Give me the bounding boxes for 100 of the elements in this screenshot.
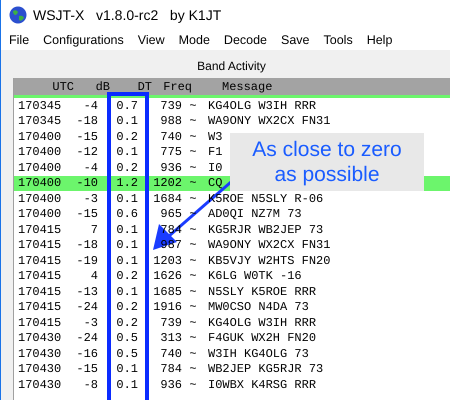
table-cell-text: 170400 [17,128,62,146]
table-cell-text: 7 [90,222,98,239]
table-cell-text: -4 [82,160,98,177]
column-header: Message [221,78,272,96]
table-cell-text: 170430 [17,376,62,394]
table-cell-text: 170415 [17,284,62,301]
table-cell-text: 1.2 [115,175,138,192]
table-cell-text: 0.2 [115,314,138,332]
callout-tooltip: As close to zero as possible [230,133,424,191]
table-cell-text: 0.1 [115,284,138,301]
table-cell-text: 936 [159,160,182,177]
table-cell-text: 0.1 [115,376,138,394]
table-cell-text: 0.5 [115,346,138,363]
table-cell-text: 170430 [17,346,62,363]
table-cell-text: K6LG W0TK -16 [207,268,302,286]
table-cell-text: 170345 [17,98,62,115]
table-cell-text: ~ [188,299,198,316]
table-cell-text: KG4OLG W3IH RRR [207,314,316,332]
table-cell-text: 0.1 [115,190,138,208]
table-cell-text: -3 [82,314,98,332]
table-cell-text: 170400 [17,144,62,162]
table-cell-text: 0.1 [115,222,138,239]
table-cell-text: I0WBX K4RSG RRR [207,376,316,394]
table-cell-text: ~ [188,361,198,378]
table-cell-text: 170345 [17,113,62,130]
table-cell-text: W3IH KG4OLG 73 [207,346,309,363]
table-cell-text: 0.1 [115,144,138,162]
table-cell-text: 170400 [17,206,62,224]
column-header: UTC [51,78,74,96]
table-cell-text: -10 [75,175,98,192]
table-cell-text: MW0CSO N4DA 73 [207,299,309,316]
table-cell-text: F4GUK WX2H FN20 [207,330,316,348]
table-cell-text: 739 [159,314,182,332]
table-cell-text: -3 [82,190,98,208]
table-cell-text: 775 [159,144,182,162]
table-cell-text: 170400 [17,160,62,177]
table-cell-text: 740 [159,128,182,146]
table-cell-text: 0.2 [115,160,138,177]
table-cell-text: 0.5 [115,330,138,348]
table-cell-text: 0.1 [115,252,138,270]
table-cell-text: 170415 [17,268,62,286]
table-cell-text: 1916 [152,299,182,316]
table-cell-text: 0.1 [115,361,138,378]
table-cell-text: 1685 [152,284,182,301]
table-cell-text: ~ [188,144,198,162]
table-cell-text: -15 [75,206,98,224]
column-header: DT [136,78,152,96]
table-cell-text: CQ [207,175,222,192]
table-cell-text: -16 [75,346,98,363]
table-cell-text: -15 [75,128,98,146]
table-cell-text: 170415 [17,237,62,254]
table-cell-text: 0.2 [115,299,138,316]
table-cell-text: -4 [82,98,98,115]
table-cell-text: -24 [75,330,98,348]
table-cell-text: F1 [207,144,222,162]
table-cell-text: -18 [75,113,98,130]
table-cell-text: ~ [188,128,198,146]
table-cell-text: 170430 [17,330,62,348]
table-cell-text: 0.6 [115,206,138,224]
table-cell-text: 1203 [152,252,182,270]
table-cell-text: AD0QI NZ7M 73 [207,206,302,224]
panel-title: Band Activity [197,58,266,75]
table-cell-text: -15 [75,361,98,378]
table-cell-text: W3 [207,128,222,146]
table-cell-text: 1626 [152,268,182,286]
table-cell-text: ~ [188,160,198,177]
table-cell-text: ~ [188,268,198,286]
table-cell-text: -18 [75,237,98,254]
table-cell-text: -8 [82,376,98,394]
table-cell-text: ~ [188,98,198,115]
table-cell-text: ~ [188,346,198,363]
table-cell-text: KG5RJR WB2JEP 73 [207,222,324,239]
table-cell-text: 1684 [152,190,182,208]
table-cell-text: 0.1 [115,113,138,130]
table-cell-text: I0 [207,160,222,177]
table-cell-text: 170415 [17,314,62,332]
table-cell-text: 170430 [17,361,62,378]
table-cell-text: ~ [188,284,198,301]
table-cell-text: 1202 [152,175,182,192]
table-cell-text: 170415 [17,222,62,239]
table-cell-text: 936 [159,376,182,394]
table-cell-text: 313 [159,330,182,348]
table-cell-text: KB5VJY W2HTS FN20 [207,252,330,270]
table-cell-text: -19 [75,252,98,270]
table-cell-text: 0.2 [115,268,138,286]
table-cell-text: WA9ONY WX2CX FN31 [207,237,330,254]
table-cell-text: ~ [188,190,198,208]
table-cell-text: 170415 [17,252,62,270]
table-cell-text: -12 [75,144,98,162]
table-cell-text: 4 [90,268,98,286]
table-cell-text: 170400 [17,175,62,192]
table-cell-text: WA9ONY WX2CX FN31 [207,113,330,130]
table-cell-text: ~ [188,175,198,192]
column-header: dB [94,78,110,96]
table-cell-text: ~ [188,237,198,254]
window-title: WSJT-X v1.8.0-rc2 by K1JT [33,6,222,25]
table-cell-text: 170400 [17,190,62,208]
table-cell-text: WB2JEP KG5RJR 73 [207,361,324,378]
table-cell-text: 784 [159,361,182,378]
table-cell-text: 739 [159,98,182,115]
